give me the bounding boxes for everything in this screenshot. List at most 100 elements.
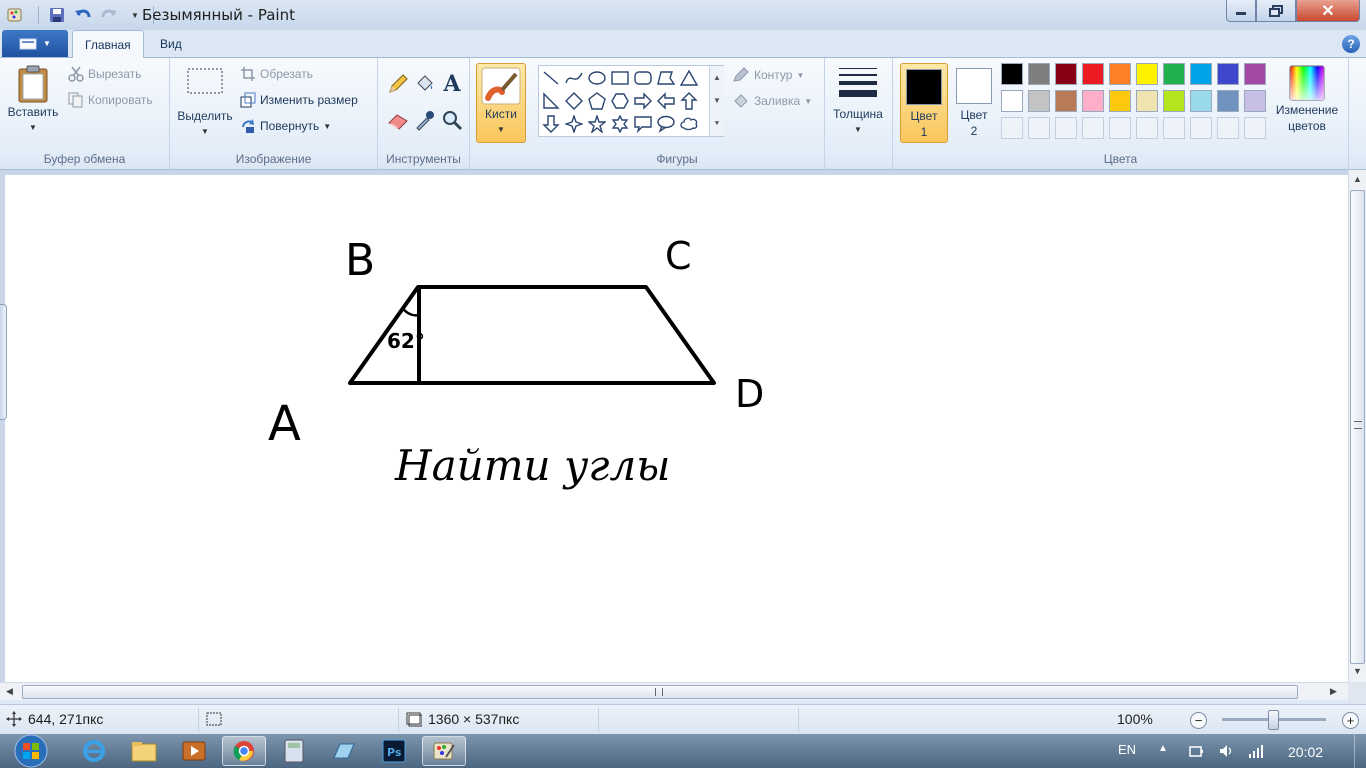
color-picker-icon[interactable] (413, 108, 437, 132)
scroll-down-icon[interactable]: ▼ (713, 96, 721, 105)
language-indicator[interactable]: EN (1118, 742, 1136, 757)
palette-empty-slot[interactable] (1190, 117, 1212, 139)
horizontal-scroll-thumb[interactable] (22, 685, 1298, 699)
scroll-up-icon[interactable]: ▲ (713, 73, 721, 82)
taskbar-app-icon[interactable] (322, 736, 366, 766)
taskbar-calculator-icon[interactable] (272, 736, 316, 766)
network-icon[interactable] (1248, 743, 1264, 759)
palette-empty-slot[interactable] (1028, 117, 1050, 139)
zoom-in-button[interactable]: + (1342, 712, 1359, 729)
pentagon-shape-icon[interactable] (586, 90, 608, 112)
color1-button[interactable]: Цвет 1 (900, 63, 948, 143)
palette-swatch[interactable] (1055, 63, 1077, 85)
resize-button[interactable]: Изменить размер (240, 92, 358, 108)
outline-button[interactable]: Контур ▼ (732, 67, 804, 83)
tab-home[interactable]: Главная (72, 30, 144, 59)
crop-button[interactable]: Обрезать (240, 66, 313, 82)
magnifier-icon[interactable] (440, 108, 464, 132)
taskbar-photoshop-icon[interactable]: Ps (372, 736, 416, 766)
left-arrow-shape-icon[interactable] (655, 90, 677, 112)
palette-empty-slot[interactable] (1055, 117, 1077, 139)
zoom-slider-thumb[interactable] (1268, 710, 1279, 730)
restore-button[interactable] (1256, 0, 1296, 22)
minimize-button[interactable] (1226, 0, 1256, 22)
show-desktop-button[interactable] (1354, 734, 1366, 768)
color2-button[interactable]: Цвет 2 (950, 63, 998, 143)
paint-app-icon[interactable] (6, 6, 24, 24)
palette-swatch[interactable] (1217, 63, 1239, 85)
scroll-up-icon[interactable]: ▲ (1353, 174, 1362, 184)
redo-icon[interactable] (99, 5, 119, 25)
rectangular-callout-icon[interactable] (632, 113, 654, 135)
taskbar-media-player-icon[interactable] (172, 736, 216, 766)
file-menu-button[interactable]: ▼ (2, 30, 68, 57)
pencil-icon[interactable] (386, 72, 410, 96)
palette-swatch[interactable] (1109, 63, 1131, 85)
oval-shape-icon[interactable] (586, 67, 608, 89)
palette-empty-slot[interactable] (1217, 117, 1239, 139)
undo-icon[interactable] (73, 5, 93, 25)
power-icon[interactable] (1188, 743, 1204, 759)
tab-view[interactable]: Вид (148, 30, 194, 58)
taskbar-ie-icon[interactable] (72, 736, 116, 766)
palette-swatch[interactable] (1109, 90, 1131, 112)
six-point-star-icon[interactable] (609, 113, 631, 135)
palette-swatch[interactable] (1028, 90, 1050, 112)
vertical-scrollbar[interactable]: ▲ ▼ (1348, 170, 1366, 682)
palette-empty-slot[interactable] (1163, 117, 1185, 139)
shapes-gallery-scroll[interactable]: ▲ ▼ ⯆ (709, 66, 724, 136)
rounded-rectangle-shape-icon[interactable] (632, 67, 654, 89)
eraser-icon[interactable] (386, 108, 410, 132)
copy-button[interactable]: Копировать (68, 92, 153, 108)
palette-swatch[interactable] (1244, 63, 1266, 85)
vertical-scroll-thumb[interactable] (1350, 190, 1365, 664)
show-hidden-icons-icon[interactable]: ▲ (1158, 743, 1174, 759)
brushes-button[interactable]: Кисти ▼ (476, 63, 526, 143)
rotate-button[interactable]: Повернуть ▼ (240, 118, 331, 134)
hexagon-shape-icon[interactable] (609, 90, 631, 112)
palette-empty-slot[interactable] (1001, 117, 1023, 139)
palette-swatch[interactable] (1028, 63, 1050, 85)
taskbar-chrome-icon[interactable] (222, 736, 266, 766)
size-button[interactable]: Толщина ▼ (827, 66, 889, 138)
palette-swatch[interactable] (1082, 63, 1104, 85)
diamond-shape-icon[interactable] (563, 90, 585, 112)
fill-button[interactable]: Заливка ▼ (732, 93, 812, 109)
paste-button[interactable]: Вставить ▼ (6, 64, 60, 136)
zoom-out-button[interactable]: − (1190, 712, 1207, 729)
taskbar-paint-icon[interactable] (422, 736, 466, 766)
palette-empty-slot[interactable] (1109, 117, 1131, 139)
palette-empty-slot[interactable] (1136, 117, 1158, 139)
curve-shape-icon[interactable] (563, 67, 585, 89)
polygon-shape-icon[interactable] (655, 67, 677, 89)
palette-swatch[interactable] (1001, 63, 1023, 85)
help-icon[interactable]: ? (1342, 35, 1360, 53)
palette-swatch[interactable] (1190, 63, 1212, 85)
save-icon[interactable] (47, 5, 67, 25)
oval-callout-icon[interactable] (655, 113, 677, 135)
palette-swatch[interactable] (1190, 90, 1212, 112)
four-point-star-icon[interactable] (563, 113, 585, 135)
drawing-canvas[interactable]: B C A D 62° Найти углы (5, 175, 1348, 682)
palette-swatch[interactable] (1244, 90, 1266, 112)
rectangle-shape-icon[interactable] (609, 67, 631, 89)
volume-icon[interactable] (1218, 743, 1234, 759)
scroll-right-icon[interactable]: ▶ (1330, 686, 1337, 697)
select-button[interactable]: Выделить ▼ (176, 66, 234, 140)
palette-swatch[interactable] (1217, 90, 1239, 112)
five-point-star-icon[interactable] (586, 113, 608, 135)
palette-swatch[interactable] (1163, 90, 1185, 112)
horizontal-scrollbar[interactable]: ◀ ▶ (0, 682, 1348, 700)
right-arrow-shape-icon[interactable] (632, 90, 654, 112)
scroll-left-icon[interactable]: ◀ (6, 686, 13, 697)
palette-swatch[interactable] (1136, 63, 1158, 85)
line-shape-icon[interactable] (540, 67, 562, 89)
scroll-down-icon[interactable]: ▼ (1353, 666, 1362, 676)
palette-swatch[interactable] (1055, 90, 1077, 112)
palette-empty-slot[interactable] (1244, 117, 1266, 139)
taskbar-explorer-icon[interactable] (122, 736, 166, 766)
palette-swatch[interactable] (1136, 90, 1158, 112)
palette-swatch[interactable] (1163, 63, 1185, 85)
close-button[interactable]: ✕ (1296, 0, 1360, 22)
right-triangle-shape-icon[interactable] (540, 90, 562, 112)
